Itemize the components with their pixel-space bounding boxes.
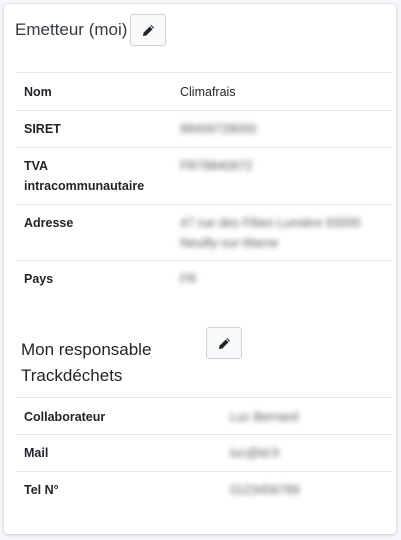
row-label-tel: Tel N° xyxy=(16,471,220,510)
table-row: Nom Climafrais xyxy=(16,72,392,111)
emitter-header: Emetteur (moi) xyxy=(15,14,167,46)
table-row: SIRET 98409728000 xyxy=(16,110,392,148)
table-row: Collaborateur Luc Bernard xyxy=(16,397,392,435)
table-row: Tel N° 0123456789 xyxy=(16,471,392,510)
pencil-icon xyxy=(218,337,231,350)
manager-title: Mon responsable Trackdéchets xyxy=(21,340,152,385)
edit-emitter-button[interactable] xyxy=(130,14,167,46)
row-label-pays: Pays xyxy=(16,260,170,299)
table-row: TVA intracommunautaire FR78840972 xyxy=(16,147,392,205)
row-value-collaborateur: Luc Bernard xyxy=(230,410,299,424)
emitter-title: Emetteur (moi) xyxy=(15,20,128,39)
row-label-tva: TVA intracommunautaire xyxy=(16,147,170,205)
row-value-adresse: 47 rue des Fêtes Lumière 93000 Neuilly-s… xyxy=(180,216,361,250)
row-label-collaborateur: Collaborateur xyxy=(16,397,220,435)
emitter-table: Nom Climafrais SIRET 98409728000 TVA int… xyxy=(16,72,392,299)
row-label-siret: SIRET xyxy=(16,110,170,148)
row-label-adresse: Adresse xyxy=(16,204,170,261)
row-value-tel: 0123456789 xyxy=(230,483,300,497)
manager-table: Collaborateur Luc Bernard Mail luc@td.fr… xyxy=(16,397,392,510)
pencil-icon xyxy=(142,24,155,37)
edit-manager-button[interactable] xyxy=(206,327,242,359)
row-label-mail: Mail xyxy=(16,434,220,472)
table-row: Mail luc@td.fr xyxy=(16,434,392,472)
table-row: Adresse 47 rue des Fêtes Lumière 93000 N… xyxy=(16,204,392,261)
row-value-nom: Climafrais xyxy=(170,72,392,111)
table-row: Pays FR xyxy=(16,260,392,299)
row-value-mail: luc@td.fr xyxy=(230,446,281,460)
row-label-nom: Nom xyxy=(16,72,170,111)
row-value-tva: FR78840972 xyxy=(180,159,253,173)
emitter-card: Emetteur (moi) Nom Climafrais SIRET 9840… xyxy=(4,4,396,534)
row-value-pays: FR xyxy=(180,272,197,286)
row-value-siret: 98409728000 xyxy=(180,122,257,136)
